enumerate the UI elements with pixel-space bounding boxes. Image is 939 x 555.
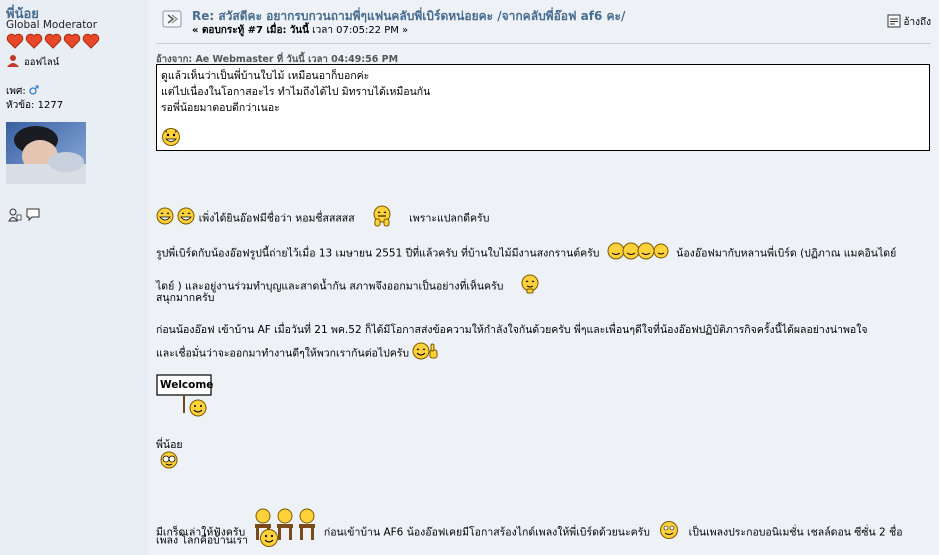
post-text: ก่อนเข้าบ้าน AF6 น้องอ๊อฟเคยมีโอกาสร้องไ…: [323, 526, 650, 539]
post-line: สนุกมากครับ: [156, 290, 214, 306]
covering-face-emoticon-icon: [372, 205, 392, 232]
avatar[interactable]: [6, 122, 86, 184]
smile-emoticon-icon: [259, 528, 279, 553]
post-count-value: 1277: [37, 100, 64, 111]
gender-label: เพศ:: [6, 86, 26, 97]
quote-button-label: อ้างถึง: [903, 17, 931, 28]
quote-button[interactable]: อ้างถึง: [887, 14, 931, 31]
post-icon: [162, 10, 182, 31]
quote-line: แต่ไปเนื่องในโอกาสอะไร ทำไมถึงได้ไป มิทร…: [161, 86, 431, 98]
heart-icon: [44, 33, 62, 49]
post-subtitle: « ตอบกระทู้ #7 เมื่อ: วันนี้ เวลา 07:05:…: [192, 23, 408, 38]
post-line: ก่อนน้องอ๊อฟ เข้าบ้าน AF เมื่อวันที่ 21 …: [156, 322, 868, 338]
post-line: เพลง โลกคือบ้านเรา: [156, 528, 279, 553]
poster-role: Global Moderator: [6, 19, 98, 31]
post-text: เพราะแปลกดีครับ: [409, 212, 490, 225]
quote-line: รอพี่น้อยมาตอบดีกว่าเนอะ: [161, 102, 280, 114]
heart-icon: [25, 33, 43, 49]
post-count-label: หัวข้อ:: [6, 100, 35, 111]
header-divider: [156, 43, 931, 44]
heart-icon: [63, 33, 81, 49]
smile-emoticon-icon: [659, 520, 679, 545]
post-line: และเชื่อมั่นว่าจะออกมาทำงานดีๆให้พวกเราก…: [156, 342, 440, 365]
poster-info: พี่น้อย Global Moderator ออฟไลน์ เพศ: หั…: [0, 0, 148, 555]
rank-hearts: [6, 33, 100, 49]
reply-time: เวลา 07:05:22 PM »: [312, 25, 409, 36]
laughing-emoticon-icon: [156, 207, 174, 230]
post-text: สนุกมากครับ: [156, 292, 215, 304]
post-count: หัวข้อ: 1277: [6, 98, 63, 113]
post-text: รูปพี่เบิร์ดกับน้องอ๊อฟรูปนี้ถ่ายไว้เมื่…: [156, 247, 600, 260]
welcome-sign-text: Welcome: [160, 379, 214, 391]
message-icon[interactable]: [26, 208, 40, 225]
post-text: เป็นเพลงประกอบอนิเมชั่น เชลล์ดอน ซีซั่น …: [688, 526, 903, 539]
quote-block: ดูแล้วเห็นว่าเป็นพี่บ้านใบไม้ เหมือนอาก็…: [156, 64, 930, 151]
thumbs-up-emoticon-icon: [412, 342, 440, 365]
quote-icon: [887, 14, 901, 31]
gender-row: เพศ:: [6, 84, 39, 99]
post-line: เพิ่งได้ยินอ๊อฟมีชื่อว่า หอมชื่สสสสส เพร…: [156, 205, 489, 232]
online-status: ออฟไลน์: [6, 54, 59, 71]
reply-number[interactable]: « ตอบกระทู้ #7 เมื่อ:: [192, 25, 287, 36]
post-text: ก่อนน้องอ๊อฟ เข้าบ้าน AF เมื่อวันที่ 21 …: [156, 324, 868, 336]
profile-icon[interactable]: [8, 208, 22, 225]
post-line: รูปพี่เบิร์ดกับน้องอ๊อฟรูปนี้ถ่ายไว้เมื่…: [156, 242, 896, 265]
welcome-sign-emoticon: Welcome: [156, 373, 216, 422]
forum-post: พี่น้อย Global Moderator ออฟไลน์ เพศ: หั…: [0, 0, 939, 555]
grin-emoticon-icon: [161, 127, 181, 152]
reply-when: วันนี้: [289, 25, 309, 36]
laughing-emoticon-icon: [177, 207, 195, 230]
shy-emoticon-icon: [521, 274, 539, 299]
status-label: ออฟไลน์: [24, 57, 60, 68]
contact-icons: [8, 208, 40, 225]
user-offline-icon: [6, 54, 20, 71]
quote-line: ดูแล้วเห็นว่าเป็นพี่บ้านใบไม้ เหมือนอาก็…: [161, 70, 370, 82]
post-text: เพิ่งได้ยินอ๊อฟมีชื่อว่า หอมชื่สสสสส: [198, 212, 355, 225]
post-text: และเชื่อมั่นว่าจะออกมาทำงานดีๆให้พวกเราก…: [156, 347, 410, 360]
post-text: น้องอ๊อฟมากับหลานพี่เบิร์ด (ปฏิภาณ แมคอิ…: [676, 247, 897, 260]
post-text: เพลง โลกคือบ้านเรา: [156, 534, 249, 547]
male-icon: [29, 85, 39, 98]
post-content-area: Re: สวัสดีคะ อยากรบกวนถามพี่ๆแฟนคลับพี่เ…: [148, 0, 939, 555]
glasses-emoticon-icon: [158, 450, 180, 473]
heart-icon: [82, 33, 100, 49]
heart-icon: [6, 33, 24, 49]
group-emoticons-icon: [607, 242, 669, 265]
